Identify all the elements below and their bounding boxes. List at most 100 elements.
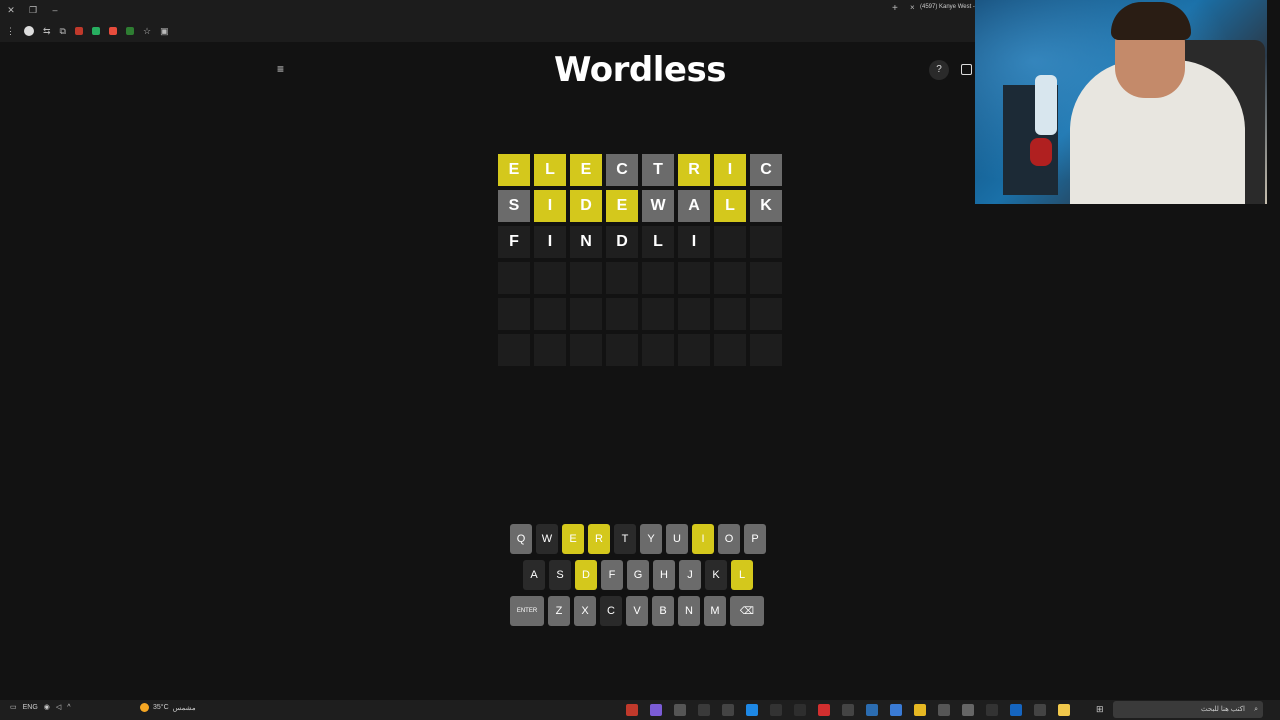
board-tile: D: [606, 226, 638, 258]
app-icon[interactable]: [698, 704, 710, 716]
board-tile: E: [570, 154, 602, 186]
key-o[interactable]: O: [718, 524, 740, 554]
app-icon[interactable]: [986, 704, 998, 716]
key-m[interactable]: M: [704, 596, 726, 626]
key-l[interactable]: L: [731, 560, 753, 590]
close-window-icon[interactable]: ✕: [0, 5, 22, 16]
board-tile: [570, 334, 602, 366]
key-q[interactable]: Q: [510, 524, 532, 554]
key-k[interactable]: K: [705, 560, 727, 590]
app-icon[interactable]: [626, 704, 638, 716]
extension-shield-icon[interactable]: [125, 27, 134, 35]
key-a[interactable]: A: [523, 560, 545, 590]
browser-app-icon[interactable]: [914, 704, 926, 716]
board-tile: [642, 334, 674, 366]
key-u[interactable]: U: [666, 524, 688, 554]
app-icon[interactable]: [674, 704, 686, 716]
extension-red2-icon[interactable]: [108, 27, 117, 35]
search-placeholder: اكتب هنا للبحث: [1200, 706, 1245, 713]
new-tab-button[interactable]: +: [892, 3, 898, 14]
app-icon[interactable]: [794, 704, 806, 716]
app-icon[interactable]: [890, 704, 902, 716]
app-icon[interactable]: [938, 704, 950, 716]
key-s[interactable]: S: [549, 560, 571, 590]
app-icon[interactable]: [866, 704, 878, 716]
app-icon[interactable]: [722, 704, 734, 716]
extension-red-icon[interactable]: [74, 27, 83, 35]
app-icon[interactable]: [842, 704, 854, 716]
taskbar-search[interactable]: اكتب هنا للبحث ⌕: [1113, 701, 1263, 718]
key-b[interactable]: B: [652, 596, 674, 626]
extension-green-icon[interactable]: [91, 27, 100, 35]
board-tile: K: [750, 190, 782, 222]
key-j[interactable]: J: [679, 560, 701, 590]
key-n[interactable]: N: [678, 596, 700, 626]
key-c[interactable]: C: [600, 596, 622, 626]
weather-widget[interactable]: 35°C مشمس: [140, 703, 196, 712]
tab-strip: ✕ ❐ –: [0, 0, 975, 20]
key-d[interactable]: D: [575, 560, 597, 590]
board-tile: W: [642, 190, 674, 222]
extension-icon[interactable]: ⇆: [43, 26, 51, 37]
sidebar-icon[interactable]: ▣: [160, 26, 169, 37]
folder-app-icon[interactable]: [1058, 704, 1070, 716]
tab-close-button[interactable]: ×: [910, 3, 915, 12]
app-icon[interactable]: [818, 704, 830, 716]
app-icon[interactable]: [746, 704, 758, 716]
key-r[interactable]: R: [588, 524, 610, 554]
enter-key[interactable]: ENTER: [510, 596, 544, 626]
key-g[interactable]: G: [627, 560, 649, 590]
board-tile: [750, 262, 782, 294]
puzzle-icon[interactable]: ⧉: [60, 26, 66, 37]
key-z[interactable]: Z: [548, 596, 570, 626]
board-tile: I: [534, 190, 566, 222]
key-v[interactable]: V: [626, 596, 648, 626]
browser-chrome: ✕ ❐ – + × (4597) Kanye West - ⋮ ⇆ ⧉ ☆ ▣: [0, 0, 975, 42]
board-tile: E: [606, 190, 638, 222]
bookmark-star-icon[interactable]: ☆: [143, 26, 151, 37]
restore-window-icon[interactable]: ❐: [22, 5, 44, 16]
board-tile: L: [534, 154, 566, 186]
taskbar-apps: [626, 704, 1070, 716]
notification-icon[interactable]: ▭: [10, 703, 17, 711]
key-f[interactable]: F: [601, 560, 623, 590]
key-t[interactable]: T: [614, 524, 636, 554]
volume-icon[interactable]: ◁: [56, 703, 61, 711]
key-x[interactable]: X: [574, 596, 596, 626]
wifi-icon[interactable]: ◉: [44, 703, 50, 711]
board-tile: [606, 262, 638, 294]
app-icon[interactable]: [650, 704, 662, 716]
board-tile: [678, 262, 710, 294]
board-tile: L: [714, 190, 746, 222]
board-tile: C: [750, 154, 782, 186]
backspace-key[interactable]: ⌫: [730, 596, 764, 626]
tab-title[interactable]: (4597) Kanye West -: [920, 4, 975, 10]
board-tile: [642, 298, 674, 330]
task-view-icon[interactable]: ⊞: [1096, 704, 1104, 715]
app-icon[interactable]: [962, 704, 974, 716]
key-y[interactable]: Y: [640, 524, 662, 554]
board-tile: [570, 262, 602, 294]
key-w[interactable]: W: [536, 524, 558, 554]
app-icon[interactable]: [1034, 704, 1046, 716]
minimize-window-icon[interactable]: –: [44, 5, 66, 15]
menu-icon[interactable]: ⋮: [6, 26, 15, 37]
key-p[interactable]: P: [744, 524, 766, 554]
help-button[interactable]: ?: [929, 60, 949, 80]
language-indicator[interactable]: ENG: [23, 704, 38, 711]
key-e[interactable]: E: [562, 524, 584, 554]
chevron-up-icon[interactable]: ^: [67, 704, 70, 711]
board-tile: A: [678, 190, 710, 222]
board-tile: [606, 298, 638, 330]
key-i[interactable]: I: [692, 524, 714, 554]
board-tile: [714, 226, 746, 258]
board-tile: E: [498, 154, 530, 186]
calendar-icon[interactable]: [961, 64, 972, 75]
app-icon[interactable]: [770, 704, 782, 716]
sun-icon: [140, 703, 149, 712]
app-icon[interactable]: [1010, 704, 1022, 716]
board-tile: [606, 334, 638, 366]
profile-icon[interactable]: [24, 26, 34, 36]
key-h[interactable]: H: [653, 560, 675, 590]
board-tile: [750, 334, 782, 366]
